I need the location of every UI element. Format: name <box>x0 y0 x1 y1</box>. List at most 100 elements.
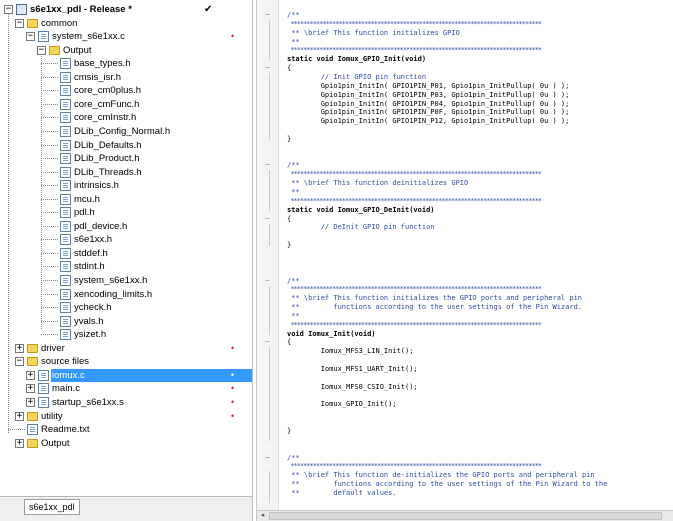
code-line[interactable] <box>287 250 672 259</box>
code-line[interactable]: void Iomux_Init(void) <box>287 330 672 339</box>
fold-toggle-icon[interactable]: − <box>265 276 270 285</box>
code-line[interactable] <box>287 126 672 135</box>
tree-row[interactable]: xencoding_limits.h <box>0 288 252 301</box>
workspace-tab[interactable]: s6e1xx_pdl <box>24 499 80 515</box>
tree-row[interactable]: system_s6e1xx.h <box>0 274 252 287</box>
tree-row[interactable]: + iomux.c • <box>0 368 252 382</box>
tree-row[interactable]: Readme.txt <box>0 423 252 436</box>
code-line[interactable]: Iomux_MFS3_LIN_Init(); <box>287 347 672 356</box>
tree-row[interactable]: base_types.h <box>0 57 252 70</box>
code-line[interactable]: ****************************************… <box>287 462 672 471</box>
tree-row[interactable]: core_cm0plus.h <box>0 84 252 97</box>
code-line[interactable]: { <box>287 215 672 224</box>
tree-row[interactable]: yvals.h <box>0 315 252 328</box>
code-line[interactable] <box>287 418 672 427</box>
code-line[interactable] <box>287 232 672 241</box>
tree-row[interactable]: + utility • <box>0 410 252 423</box>
tree-row[interactable]: − source files <box>0 355 252 368</box>
code-line[interactable] <box>287 356 672 365</box>
code-line[interactable] <box>287 445 672 454</box>
tree-row-project[interactable]: − s6e1xx_pdl - Release * ✔ <box>0 3 252 16</box>
tree-row[interactable]: pdl.h <box>0 206 252 219</box>
code-line[interactable]: ** <box>287 188 672 197</box>
tree-row[interactable]: cmsis_isr.h <box>0 71 252 84</box>
tree-row[interactable]: core_cmFunc.h <box>0 98 252 111</box>
code-line[interactable] <box>287 268 672 277</box>
code-line[interactable]: Iomux_GPIO_Init(); <box>287 400 672 409</box>
tree-row[interactable]: − system_s6e1xx.c • <box>0 30 252 43</box>
tree-row[interactable]: mcu.h <box>0 193 252 206</box>
tree-row[interactable]: s6e1xx.h <box>0 233 252 246</box>
code-line[interactable]: // Init GPIO pin function <box>287 73 672 82</box>
tree-row[interactable]: DLib_Defaults.h <box>0 139 252 152</box>
code-line[interactable]: Iomux_MFS0_CSIO_Init(); <box>287 383 672 392</box>
tree-row[interactable]: + main.c • <box>0 382 252 395</box>
code-line[interactable]: } <box>287 241 672 250</box>
code-line[interactable]: Gpio1pin_InitIn( GPIO1PIN_P04, Gpio1pin_… <box>287 100 672 109</box>
code-line[interactable]: ****************************************… <box>287 285 672 294</box>
code-line[interactable]: ****************************************… <box>287 321 672 330</box>
code-line[interactable]: static void Iomux_GPIO_Init(void) <box>287 55 672 64</box>
tree-row[interactable]: + driver • <box>0 342 252 355</box>
code-line[interactable]: ** functions according to the user setti… <box>287 303 672 312</box>
tree-row[interactable]: pdl_device.h <box>0 220 252 233</box>
code-line[interactable]: ** \brief This function de-initializes t… <box>287 471 672 480</box>
fold-toggle-icon[interactable]: − <box>265 11 270 19</box>
code-line[interactable] <box>287 392 672 401</box>
scrollbar-thumb[interactable] <box>269 512 662 520</box>
code-line[interactable]: { <box>287 64 672 73</box>
code-line[interactable]: ** \brief This function deinitializes GP… <box>287 179 672 188</box>
tree-row[interactable]: stddef.h <box>0 247 252 260</box>
scroll-left-icon[interactable]: ◂ <box>258 512 267 520</box>
horizontal-scrollbar[interactable]: ◂ <box>257 510 673 521</box>
code-line[interactable]: /** <box>287 277 672 286</box>
expand-icon[interactable]: + <box>15 343 24 353</box>
fold-toggle-icon[interactable]: − <box>265 64 270 72</box>
expand-icon[interactable]: + <box>26 370 35 380</box>
expand-icon[interactable]: + <box>26 397 35 407</box>
tree-row[interactable]: ysizet.h <box>0 328 252 341</box>
collapse-icon[interactable]: − <box>15 18 24 28</box>
code-line[interactable] <box>287 153 672 162</box>
tree-row[interactable]: core_cmInstr.h <box>0 111 252 124</box>
code-line[interactable]: /** <box>287 161 672 170</box>
code-line[interactable]: ****************************************… <box>287 46 672 55</box>
code-line[interactable]: Gpio1pin_InitIn( GPIO1PIN_P03, Gpio1pin_… <box>287 91 672 100</box>
collapse-icon[interactable]: − <box>37 45 46 55</box>
code-line[interactable]: // DeInit GPIO pin function <box>287 223 672 232</box>
code-line[interactable] <box>287 259 672 268</box>
tree-row[interactable]: DLib_Product.h <box>0 152 252 165</box>
code-line[interactable]: Gpio1pin_InitIn( GPIO1PIN_P12, Gpio1pin_… <box>287 117 672 126</box>
code-line[interactable]: ** default values. <box>287 489 672 498</box>
code-line[interactable]: ** <box>287 312 672 321</box>
code-line[interactable]: ****************************************… <box>287 170 672 179</box>
fold-toggle-icon[interactable]: − <box>265 161 270 169</box>
code-line[interactable]: ** \brief This function initializes GPIO <box>287 29 672 38</box>
project-tree[interactable]: − s6e1xx_pdl - Release * ✔ − common − system_s… <box>0 0 252 496</box>
code-line[interactable]: static void Iomux_GPIO_DeInit(void) <box>287 206 672 215</box>
code-line[interactable]: ****************************************… <box>287 20 672 29</box>
collapse-icon[interactable]: − <box>15 357 24 367</box>
fold-toggle-icon[interactable]: − <box>265 338 270 346</box>
code-line[interactable]: ** <box>287 38 672 47</box>
code-line[interactable]: Gpio1pin_InitIn( GPIO1PIN_P0F, Gpio1pin_… <box>287 108 672 117</box>
code-text[interactable]: /** ************************************… <box>287 0 672 510</box>
expand-icon[interactable]: + <box>26 384 35 394</box>
code-line[interactable]: Gpio1pin_InitIn( GPIO1PIN_P01, Gpio1pin_… <box>287 82 672 91</box>
code-line[interactable]: ** \brief This function initializes the … <box>287 294 672 303</box>
tree-row[interactable]: − Output <box>0 44 252 57</box>
tree-row[interactable]: + Output <box>0 437 252 450</box>
tree-row[interactable]: DLib_Config_Normal.h <box>0 125 252 138</box>
code-line[interactable] <box>287 436 672 445</box>
expand-icon[interactable]: + <box>15 411 24 421</box>
fold-toggle-icon[interactable]: − <box>265 214 270 223</box>
code-line[interactable] <box>287 409 672 418</box>
expand-icon[interactable]: + <box>15 438 24 448</box>
code-line[interactable]: } <box>287 135 672 144</box>
tree-row[interactable]: stdint.h <box>0 260 252 273</box>
code-line[interactable]: /** <box>287 454 672 463</box>
collapse-icon[interactable]: − <box>26 32 35 42</box>
tree-row[interactable]: intrinsics.h <box>0 179 252 192</box>
code-line[interactable]: } <box>287 427 672 436</box>
code-line[interactable] <box>287 374 672 383</box>
